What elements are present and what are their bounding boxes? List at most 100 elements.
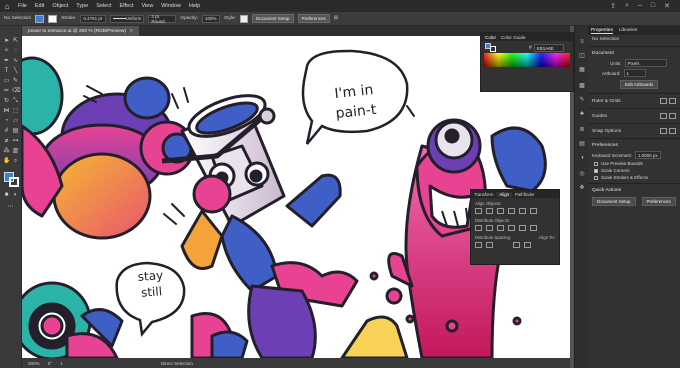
keyboard-increment-field[interactable]: 1.0000 px: [634, 151, 661, 159]
guides-lock-icon[interactable]: [669, 113, 676, 119]
align-hcenter-icon[interactable]: [486, 208, 493, 214]
menu-effect[interactable]: Effect: [116, 3, 138, 9]
align-to-selection-icon[interactable]: [513, 242, 520, 248]
variable-width-dropdown[interactable]: Uniform: [110, 14, 145, 23]
style-swatch[interactable]: [240, 14, 249, 23]
align-tab[interactable]: Align: [496, 191, 512, 197]
symbol-sprayer-icon[interactable]: ⁂: [3, 148, 10, 155]
stroke-weight-field[interactable]: 0.4761 pt: [80, 14, 107, 23]
maximize-icon[interactable]: □: [651, 2, 655, 10]
close-tab-icon[interactable]: ×: [130, 29, 133, 34]
shape-builder-icon[interactable]: ◔: [3, 118, 10, 125]
artboard-dropdown[interactable]: 1: [623, 69, 646, 77]
free-transform-icon[interactable]: ⬚: [12, 108, 19, 115]
units-dropdown[interactable]: Pixels: [624, 59, 667, 67]
distribute-left-icon[interactable]: [508, 225, 515, 231]
brush-dropdown[interactable]: 3 pt. Round: [148, 14, 177, 24]
eraser-icon[interactable]: ⌫: [12, 88, 20, 95]
align-left-icon[interactable]: [475, 208, 482, 214]
share-icon[interactable]: ⇪: [610, 2, 616, 10]
grid-icon[interactable]: [669, 98, 676, 104]
lasso-icon[interactable]: ◌: [12, 48, 19, 55]
color-tab[interactable]: Color: [485, 35, 496, 40]
direct-selection-tool-icon[interactable]: ⇱: [12, 38, 19, 45]
align-right-icon[interactable]: [497, 208, 504, 214]
arrange-icon[interactable]: ⊞: [334, 16, 338, 21]
graph-icon[interactable]: ▥: [12, 148, 19, 155]
pathfinder-tab[interactable]: Pathfinder: [515, 192, 535, 197]
menu-window[interactable]: Window: [157, 3, 185, 9]
menu-edit[interactable]: Edit: [31, 3, 48, 9]
rotate-icon[interactable]: ↻: [3, 98, 10, 105]
distribute-vcenter-icon[interactable]: [486, 225, 493, 231]
transparency-panel-icon[interactable]: ◑: [578, 154, 586, 162]
scale-icon[interactable]: ⤡: [12, 98, 19, 105]
preferences-button[interactable]: Preferences: [297, 14, 330, 23]
gradient-panel-icon[interactable]: ▤: [578, 140, 586, 148]
menu-object[interactable]: Object: [48, 3, 72, 9]
width-tool-icon[interactable]: ⋈: [3, 108, 10, 115]
snap-pixel-icon[interactable]: [669, 128, 676, 134]
blend-icon[interactable]: ⊶: [12, 138, 19, 145]
spacing-vertical-icon[interactable]: [475, 242, 482, 248]
home-icon[interactable]: ⌂: [0, 0, 14, 12]
edit-artboards-button[interactable]: Edit Artboards: [620, 80, 659, 89]
fill-swatch[interactable]: [35, 14, 45, 23]
menu-help[interactable]: Help: [185, 3, 204, 9]
properties-tab[interactable]: Properties: [591, 28, 613, 34]
color-guide-tab[interactable]: Color Guide: [501, 35, 526, 40]
quick-preferences-button[interactable]: Preferences: [641, 197, 676, 206]
distribute-right-icon[interactable]: [530, 225, 537, 231]
perspective-icon[interactable]: ▱: [12, 118, 19, 125]
stroke-color-box[interactable]: [9, 177, 19, 187]
distribute-bottom-icon[interactable]: [497, 225, 504, 231]
mesh-icon[interactable]: #: [3, 128, 10, 135]
selection-tool-icon[interactable]: ➤: [3, 38, 10, 45]
guides-show-icon[interactable]: [660, 113, 667, 119]
artboard-number[interactable]: 1: [60, 361, 63, 366]
scale-corners-checkbox[interactable]: Scale Corners: [588, 167, 680, 174]
layers-panel-icon[interactable]: ◫: [578, 52, 586, 60]
snap-point-icon[interactable]: [660, 128, 667, 134]
rectangle-tool-icon[interactable]: ▭: [3, 78, 10, 85]
libraries-tab[interactable]: Libraries: [619, 28, 637, 33]
menu-view[interactable]: View: [137, 3, 157, 9]
draw-mode-icon[interactable]: ◐: [12, 192, 19, 199]
document-tab[interactable]: power to entrance.ai @ 200 % (RGB/Previe…: [22, 26, 139, 36]
transform-tab[interactable]: Transform: [474, 192, 493, 197]
close-icon[interactable]: ✕: [664, 2, 670, 10]
eyedropper-icon[interactable]: ⌀: [3, 138, 10, 145]
align-to-artboard-icon[interactable]: [524, 242, 531, 248]
current-tool-status[interactable]: Direct Selection: [161, 361, 193, 366]
brushes-panel-icon[interactable]: ✎: [578, 96, 586, 104]
use-preview-bounds-checkbox[interactable]: Use Preview Bounds: [588, 160, 680, 167]
distribute-hcenter-icon[interactable]: [519, 225, 526, 231]
menu-file[interactable]: File: [14, 3, 31, 9]
quick-document-setup-button[interactable]: Document Setup: [592, 197, 636, 206]
hex-field[interactable]: EB1A6E: [533, 44, 564, 52]
properties-panel-icon[interactable]: ≡: [578, 38, 586, 46]
align-top-icon[interactable]: [508, 208, 515, 214]
menu-select[interactable]: Select: [92, 3, 115, 9]
pen-tool-icon[interactable]: ✒: [3, 58, 10, 65]
search-icon[interactable]: ⌕: [625, 2, 629, 10]
pencil-icon[interactable]: ✏: [3, 88, 10, 95]
line-tool-icon[interactable]: ╲: [12, 68, 19, 75]
opacity-field[interactable]: 100%: [202, 14, 221, 23]
type-tool-icon[interactable]: T: [3, 68, 10, 75]
ruler-icon[interactable]: [660, 98, 667, 104]
magic-wand-icon[interactable]: ✧: [3, 48, 10, 55]
appearance-panel-icon[interactable]: ◎: [578, 170, 586, 178]
gradient-icon[interactable]: ▤: [12, 128, 19, 135]
zoom-level[interactable]: 200%: [28, 361, 40, 366]
stroke-panel-icon[interactable]: ≣: [578, 126, 586, 134]
color-spectrum[interactable]: [484, 53, 570, 67]
color-mode-icon[interactable]: ■: [3, 192, 10, 199]
stroke-swatch[interactable]: [48, 14, 58, 23]
symbols-panel-icon[interactable]: ♣: [578, 110, 586, 118]
hand-tool-icon[interactable]: ✋: [3, 158, 10, 165]
more-tools-icon[interactable]: ⋯: [7, 204, 14, 211]
minimize-icon[interactable]: –: [638, 2, 642, 10]
paintbrush-icon[interactable]: ✎: [12, 78, 19, 85]
menu-type[interactable]: Type: [72, 3, 92, 9]
